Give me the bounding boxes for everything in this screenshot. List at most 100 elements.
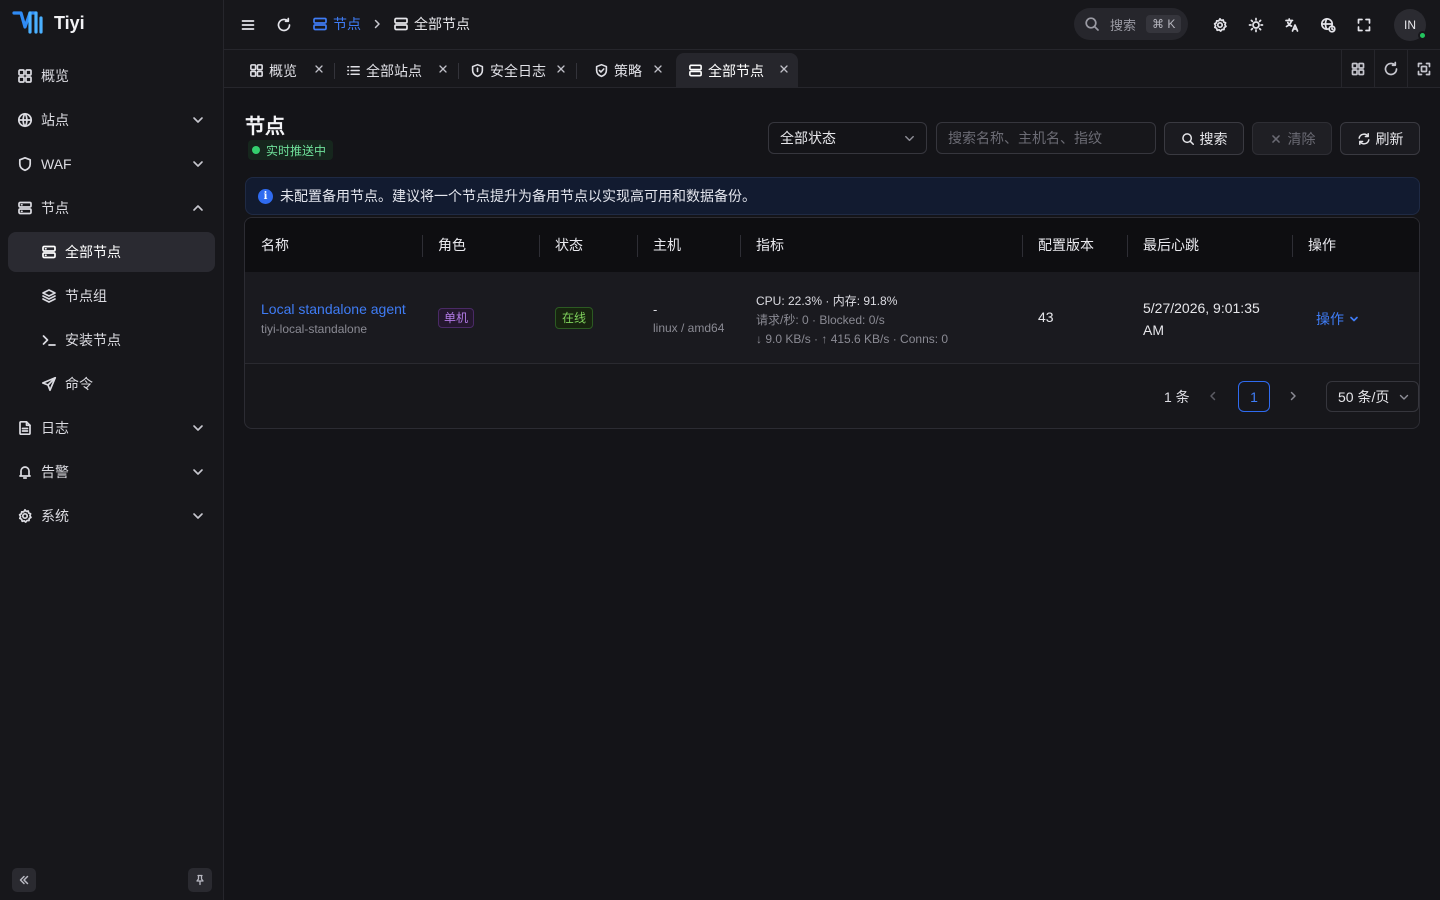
sidebar-item-label: 告警	[41, 464, 69, 480]
tab-divider	[576, 63, 577, 79]
globe-clock-icon	[1320, 17, 1336, 33]
page-title: 节点	[245, 116, 285, 138]
settings-button[interactable]	[1207, 12, 1233, 38]
app-logo[interactable]: Tiyi	[12, 10, 85, 36]
sidebar-item-overview[interactable]: 概览	[8, 56, 215, 96]
bell-icon	[19, 466, 31, 479]
column-header-metrics: 指标	[756, 237, 784, 253]
sidebar-item-waf[interactable]: WAF	[8, 144, 215, 184]
tab-overview[interactable]: 概览	[237, 53, 333, 88]
table-row: Local standalone agent tiyi-local-standa…	[245, 272, 1419, 364]
dashboard-icon	[18, 69, 32, 83]
node-role-cell: 单机	[438, 308, 475, 328]
dashboard-icon	[250, 64, 263, 77]
live-dot	[252, 146, 260, 154]
collapse-sidebar-button[interactable]	[12, 868, 36, 892]
sidebar-item-alerts[interactable]: 告警	[8, 452, 215, 492]
table-header: 名称 角色 状态 主机 指标 配置版本 最后心跳 操作	[245, 218, 1419, 272]
chevron-down-icon	[193, 513, 203, 519]
live-status-badge: 实时推送中	[248, 140, 334, 160]
tab-maximize-button[interactable]	[1407, 50, 1440, 88]
sidebar-item-label: 全部节点	[65, 244, 121, 260]
user-avatar[interactable]: IN	[1394, 9, 1427, 41]
theme-toggle-button[interactable]	[1243, 12, 1269, 38]
column-header-host: 主机	[653, 237, 681, 253]
breadcrumb-nodes[interactable]: 节点	[312, 14, 361, 34]
pin-icon	[196, 874, 204, 886]
node-metrics-cell: CPU: 22.3% · 内存: 91.8% 请求/秒: 0 · Blocked…	[756, 292, 948, 349]
terminal-icon	[42, 335, 56, 346]
search-button-label: 搜索	[1199, 130, 1228, 147]
row-actions-label: 操作	[1316, 311, 1344, 327]
menu-toggle-button[interactable]	[235, 12, 261, 38]
sidebar-menu: 概览 站点 WAF 节点 全部节点 节点组 安装节点 命令 日志 告警 系统	[8, 56, 215, 540]
chevron-down-icon	[1399, 394, 1409, 400]
info-icon: i	[258, 188, 273, 204]
close-icon[interactable]	[778, 63, 790, 75]
server-icon	[313, 17, 327, 31]
chevron-up-icon	[193, 205, 203, 211]
close-icon[interactable]	[437, 63, 449, 75]
sidebar-item-node-groups[interactable]: 节点组	[8, 276, 215, 316]
node-host-cell: - linux / amd64	[653, 302, 724, 335]
tab-all-sites[interactable]: 全部站点	[334, 53, 457, 88]
node-search-input[interactable]	[936, 122, 1156, 154]
shield-check-icon	[595, 63, 608, 78]
timezone-button[interactable]	[1315, 12, 1341, 38]
chevron-down-icon	[193, 469, 203, 475]
fullscreen-button[interactable]	[1351, 12, 1377, 38]
top-header: 节点 全部节点 搜索 ⌘ K IN	[224, 0, 1440, 50]
tab-grid-button[interactable]	[1341, 50, 1374, 88]
page-number-button[interactable]: 1	[1238, 381, 1270, 412]
maximize-icon	[1417, 62, 1431, 76]
tab-security-logs[interactable]: 安全日志	[458, 53, 575, 88]
refresh-button-label: 刷新	[1375, 130, 1404, 147]
node-name-cell: Local standalone agent tiyi-local-standa…	[261, 301, 406, 336]
column-divider	[740, 235, 741, 257]
row-actions-dropdown[interactable]: 操作	[1316, 309, 1360, 329]
column-header-role: 角色	[438, 237, 466, 253]
prev-page-button[interactable]	[1202, 386, 1224, 406]
tab-label: 策略	[614, 62, 642, 79]
close-icon[interactable]	[313, 63, 325, 75]
sidebar-item-label: 命令	[65, 376, 93, 392]
tab-label: 概览	[269, 62, 297, 79]
sidebar-item-commands[interactable]: 命令	[8, 364, 215, 404]
breadcrumb-all-nodes[interactable]: 全部节点	[393, 14, 470, 34]
sidebar-item-sites[interactable]: 站点	[8, 100, 215, 140]
tab-label: 全部站点	[366, 62, 422, 79]
standby-node-alert: i 未配置备用节点。建议将一个节点提升为备用节点以实现高可用和数据备份。	[245, 177, 1420, 215]
app-name: Tiyi	[54, 12, 85, 33]
sidebar-item-system[interactable]: 系统	[8, 496, 215, 536]
refresh-button[interactable]: 刷新	[1340, 122, 1420, 155]
node-name-link[interactable]: Local standalone agent	[261, 301, 406, 317]
sidebar-item-nodes[interactable]: 节点	[8, 188, 215, 228]
search-button[interactable]: 搜索	[1164, 122, 1244, 155]
sidebar-item-install-node[interactable]: 安装节点	[8, 320, 215, 360]
chevrons-left-icon	[19, 875, 29, 885]
refresh-icon	[277, 17, 291, 32]
heartbeat-ampm: AM	[1143, 322, 1164, 338]
page-size-select[interactable]: 50 条/页	[1326, 381, 1419, 412]
language-button[interactable]	[1279, 12, 1305, 38]
last-heartbeat-cell: 5/27/2026, 9:01:35 AM	[1143, 297, 1260, 341]
column-header-last-heartbeat: 最后心跳	[1143, 237, 1199, 253]
sidebar-item-label: 节点组	[65, 288, 107, 304]
tab-all-nodes[interactable]: 全部节点	[676, 53, 798, 88]
sidebar-item-all-nodes[interactable]: 全部节点	[8, 232, 215, 272]
sidebar: Tiyi 概览 站点 WAF 节点 全部节点 节点组 安装节点 命令 日志 告警…	[0, 0, 224, 900]
tab-policies[interactable]: 策略	[582, 53, 672, 88]
close-icon[interactable]	[555, 63, 567, 75]
global-search-button[interactable]: 搜索 ⌘ K	[1074, 8, 1188, 40]
pin-sidebar-button[interactable]	[188, 868, 212, 892]
sidebar-item-label: 系统	[41, 508, 69, 524]
next-page-button[interactable]	[1282, 386, 1304, 406]
clear-button[interactable]: 清除	[1252, 122, 1332, 155]
sidebar-item-label: WAF	[41, 156, 72, 172]
tab-refresh-button[interactable]	[1374, 50, 1407, 88]
sidebar-item-label: 安装节点	[65, 332, 121, 348]
close-icon[interactable]	[652, 63, 664, 75]
reload-button[interactable]	[271, 12, 297, 38]
sidebar-item-logs[interactable]: 日志	[8, 408, 215, 448]
status-filter-select[interactable]: 全部状态	[768, 122, 927, 154]
